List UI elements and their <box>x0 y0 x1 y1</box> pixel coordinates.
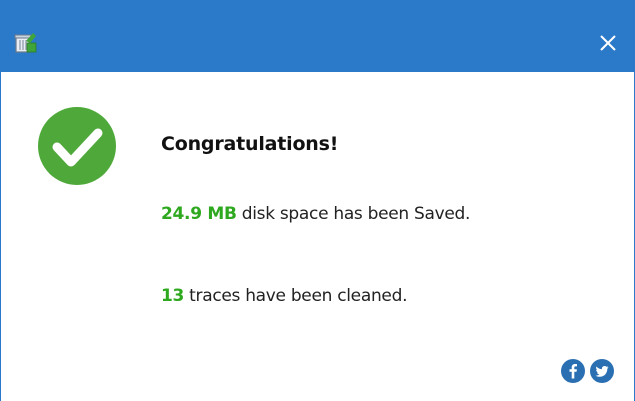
traces-count-value: 13 <box>161 286 185 306</box>
saved-size-value: 24.9 MB <box>161 204 237 224</box>
app-icon <box>14 33 37 53</box>
saved-size-text: disk space has been Saved. <box>236 204 471 224</box>
traces-cleaned-line: 13 traces have been cleaned. <box>161 286 407 306</box>
cleanup-result-dialog: Congratulations! 24.9 MB disk space has … <box>0 0 635 401</box>
title-bar <box>1 0 634 72</box>
traces-count-text: traces have been cleaned. <box>184 286 408 306</box>
twitter-icon[interactable] <box>590 359 614 383</box>
congratulations-heading: Congratulations! <box>161 133 339 155</box>
close-button[interactable] <box>592 27 624 59</box>
disk-space-saved-line: 24.9 MB disk space has been Saved. <box>161 204 470 224</box>
facebook-icon[interactable] <box>561 359 585 383</box>
success-check-icon <box>38 107 116 185</box>
